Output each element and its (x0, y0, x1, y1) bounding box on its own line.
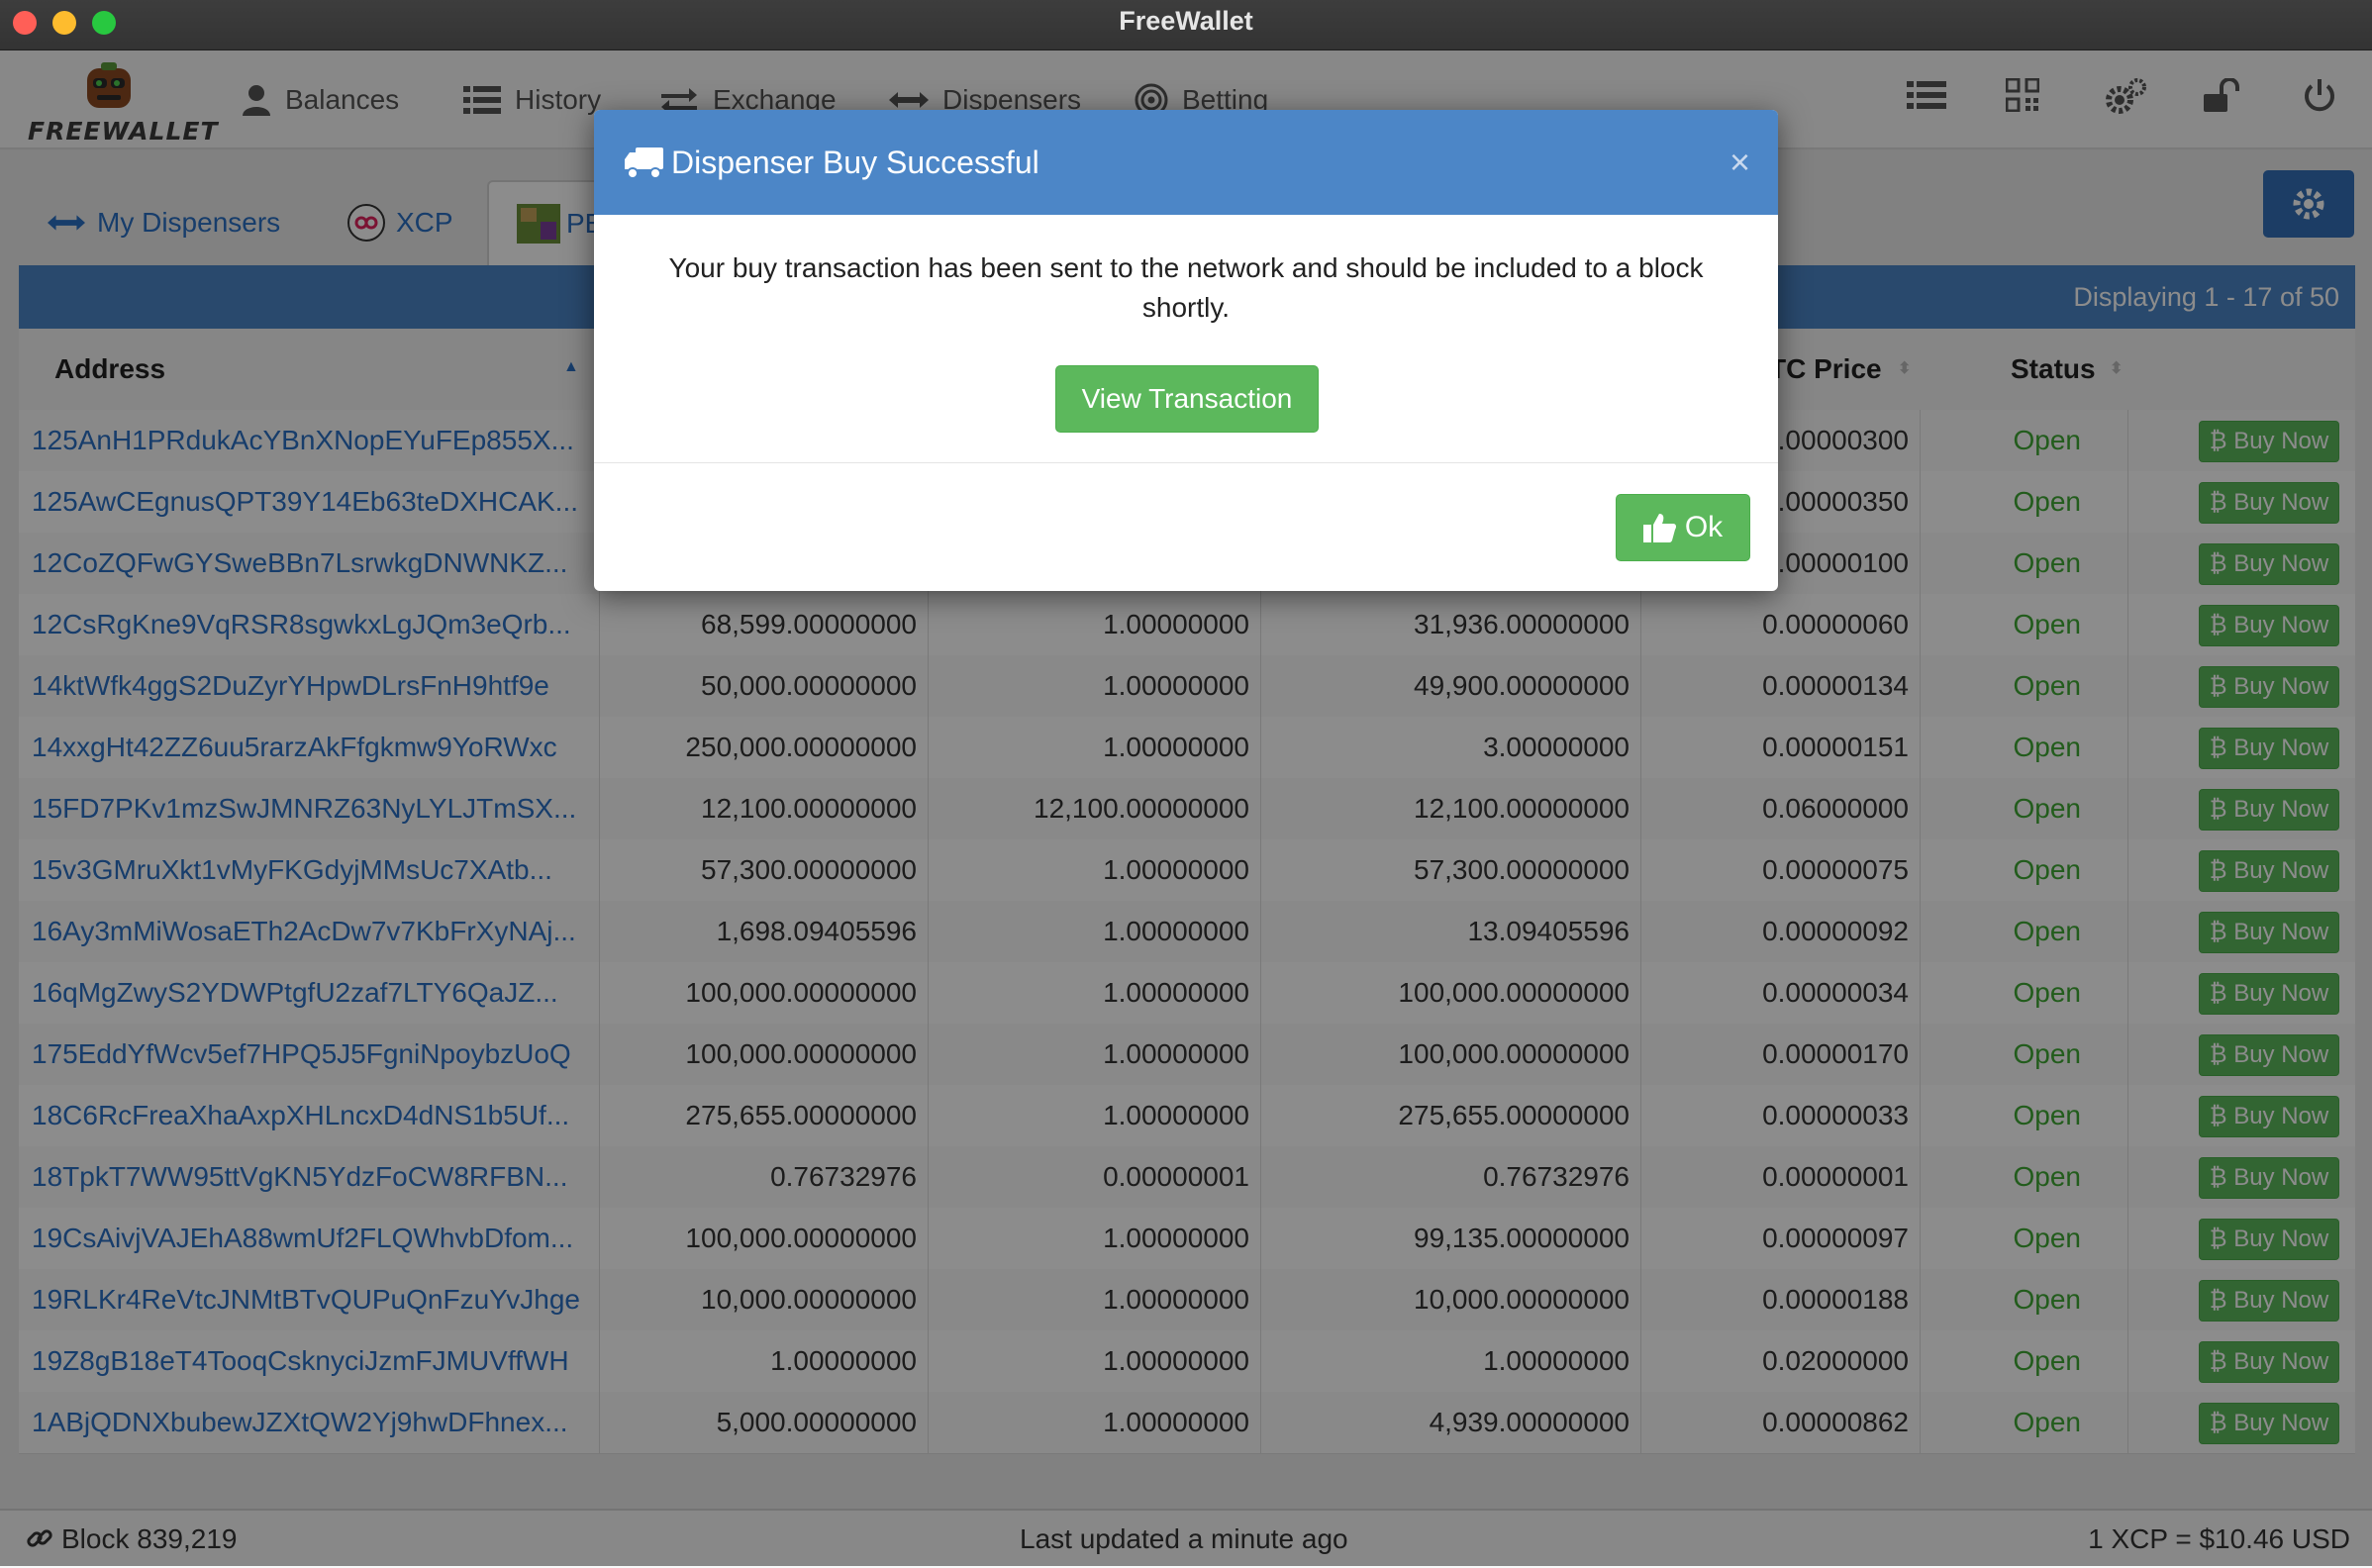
truck-icon (625, 147, 663, 179)
window-minimize-button[interactable] (52, 11, 76, 35)
dispenser-buy-modal: Dispenser Buy Successful × Your buy tran… (594, 110, 1778, 591)
modal-divider (594, 462, 1778, 463)
window-titlebar: FreeWallet (0, 0, 2372, 50)
modal-header: Dispenser Buy Successful × (594, 110, 1778, 215)
window-title: FreeWallet (1119, 6, 1253, 36)
window-maximize-button[interactable] (92, 11, 116, 35)
modal-close-button[interactable]: × (1730, 110, 1750, 215)
thumbs-up-icon (1642, 514, 1676, 542)
view-transaction-button[interactable]: View Transaction (1055, 365, 1319, 433)
ok-label: Ok (1684, 511, 1724, 543)
modal-message: Your buy transaction has been sent to th… (668, 252, 1704, 323)
ok-button[interactable]: Ok (1616, 494, 1750, 561)
modal-title: Dispenser Buy Successful (671, 145, 1039, 180)
window-close-button[interactable] (13, 11, 37, 35)
